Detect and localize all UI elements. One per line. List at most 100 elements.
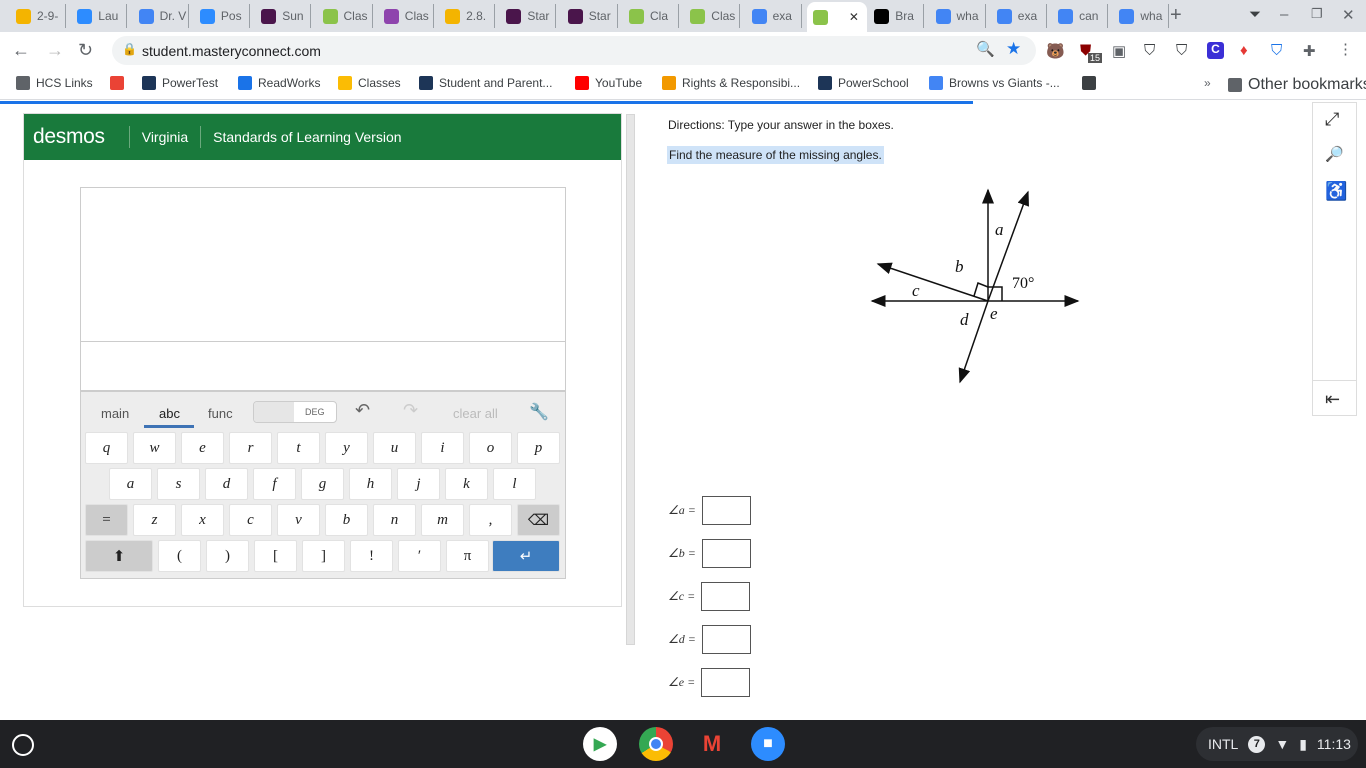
key[interactable]: ⬆ bbox=[85, 540, 153, 572]
extensions-puzzle-icon[interactable]: ✚ bbox=[1303, 42, 1316, 60]
gem-extension-icon[interactable]: ♦ bbox=[1240, 42, 1248, 59]
angle-answer-input[interactable] bbox=[701, 668, 751, 697]
angle-answer-input[interactable] bbox=[701, 582, 751, 611]
browser-tab[interactable]: Clas bbox=[378, 4, 434, 28]
redo-icon[interactable]: ↷ bbox=[403, 400, 418, 421]
key[interactable]: b bbox=[325, 504, 368, 536]
settings-wrench-icon[interactable]: 🔧 bbox=[529, 402, 549, 422]
browser-tab[interactable]: Sun bbox=[255, 4, 312, 28]
browser-tab[interactable]: Dr. V bbox=[133, 4, 189, 28]
key[interactable]: f bbox=[253, 468, 296, 500]
bookmark[interactable]: PowerSchool bbox=[818, 76, 909, 90]
key[interactable]: π bbox=[446, 540, 489, 572]
key[interactable]: t bbox=[277, 432, 320, 464]
browser-tab[interactable]: 2-9- bbox=[10, 4, 66, 28]
reload-icon[interactable]: ↻ bbox=[78, 40, 93, 61]
bookmark[interactable] bbox=[1082, 76, 1102, 90]
key[interactable]: , bbox=[469, 504, 512, 536]
key[interactable]: w bbox=[133, 432, 176, 464]
undo-icon[interactable]: ↶ bbox=[355, 400, 370, 421]
bookmark[interactable]: ReadWorks bbox=[238, 76, 320, 90]
c-extension-icon[interactable]: C bbox=[1207, 42, 1224, 59]
expression-input[interactable] bbox=[80, 187, 566, 391]
bookmark[interactable]: Classes bbox=[338, 76, 401, 90]
browser-tab[interactable]: Star bbox=[500, 4, 557, 28]
forward-icon[interactable]: → bbox=[46, 40, 64, 61]
bookmark[interactable]: YouTube bbox=[575, 76, 642, 90]
key[interactable]: c bbox=[229, 504, 272, 536]
key[interactable]: j bbox=[397, 468, 440, 500]
key[interactable]: ↵ bbox=[492, 540, 560, 572]
tab-search-icon[interactable]: ⏷ bbox=[1249, 6, 1261, 23]
gmail-icon[interactable]: M bbox=[695, 727, 729, 761]
shield-extension-icon[interactable]: ⛉ bbox=[1176, 42, 1187, 59]
browser-tab[interactable]: Star bbox=[562, 4, 618, 28]
browser-tab[interactable]: ✕ bbox=[806, 2, 867, 32]
accessibility-icon[interactable]: ♿ bbox=[1325, 181, 1347, 202]
key[interactable]: g bbox=[301, 468, 344, 500]
key[interactable]: l bbox=[493, 468, 536, 500]
key[interactable]: q bbox=[85, 432, 128, 464]
key[interactable]: p bbox=[517, 432, 560, 464]
bookmark[interactable]: Rights & Responsibi... bbox=[662, 76, 800, 90]
key[interactable]: y bbox=[325, 432, 368, 464]
key[interactable]: u bbox=[373, 432, 416, 464]
browser-tab[interactable]: Cla bbox=[623, 4, 679, 28]
key[interactable]: [ bbox=[254, 540, 297, 572]
key[interactable]: i bbox=[421, 432, 464, 464]
key[interactable]: o bbox=[469, 432, 512, 464]
bookmark[interactable]: Browns vs Giants -... bbox=[929, 76, 1060, 90]
key[interactable]: h bbox=[349, 468, 392, 500]
restore-icon[interactable]: ❐ bbox=[1311, 6, 1323, 22]
browser-tab[interactable]: exa bbox=[991, 4, 1047, 28]
zoom-app-icon[interactable]: ■ bbox=[751, 727, 785, 761]
key[interactable]: x bbox=[181, 504, 224, 536]
browser-tab[interactable]: exa bbox=[746, 4, 802, 28]
close-tab-icon[interactable]: ✕ bbox=[849, 10, 859, 24]
key[interactable]: e bbox=[181, 432, 224, 464]
browser-tab[interactable]: can bbox=[1052, 4, 1109, 28]
status-tray[interactable]: INTL 7 ▼ ▮ 11:13 bbox=[1196, 727, 1358, 761]
scrollbar[interactable] bbox=[626, 114, 635, 645]
collapse-icon[interactable]: ⇤ bbox=[1325, 389, 1340, 410]
key[interactable]: ( bbox=[158, 540, 201, 572]
bookmark[interactable]: Student and Parent... bbox=[419, 76, 552, 90]
browser-tab[interactable]: 2.8. bbox=[439, 4, 496, 28]
key[interactable]: ! bbox=[350, 540, 393, 572]
magnifier-icon[interactable]: 🔎 bbox=[1325, 145, 1344, 163]
key[interactable]: k bbox=[445, 468, 488, 500]
bookmark[interactable]: PowerTest bbox=[142, 76, 218, 90]
more-bookmarks-icon[interactable]: » bbox=[1204, 76, 1211, 90]
bookmark-star-icon[interactable]: ★ bbox=[1006, 39, 1021, 59]
bookmark[interactable]: HCS Links bbox=[16, 76, 93, 90]
key[interactable]: ] bbox=[302, 540, 345, 572]
browser-tab[interactable]: wha bbox=[1113, 4, 1170, 28]
close-window-icon[interactable]: ✕ bbox=[1342, 6, 1355, 24]
menu-icon[interactable]: ⋮ bbox=[1338, 40, 1353, 58]
browser-tab[interactable]: Clas bbox=[317, 4, 373, 28]
key[interactable]: z bbox=[133, 504, 176, 536]
shield-extension-icon[interactable]: ⛉ bbox=[1271, 42, 1282, 59]
bookmark[interactable] bbox=[110, 76, 130, 90]
key[interactable]: ′ bbox=[398, 540, 441, 572]
browser-tab[interactable]: Pos bbox=[194, 4, 250, 28]
minimize-icon[interactable]: ‒ bbox=[1280, 6, 1288, 23]
key[interactable]: d bbox=[205, 468, 248, 500]
expand-icon[interactable]: ⤢ bbox=[1325, 109, 1339, 130]
tab-abc[interactable]: abc bbox=[159, 406, 180, 421]
play-store-icon[interactable]: ▶ bbox=[583, 727, 617, 761]
zoom-icon[interactable]: 🔍 bbox=[976, 40, 995, 58]
key[interactable]: = bbox=[85, 504, 128, 536]
new-tab-icon[interactable]: + bbox=[1170, 4, 1182, 27]
angle-answer-input[interactable] bbox=[701, 625, 751, 654]
tab-main[interactable]: main bbox=[101, 406, 129, 421]
key[interactable]: n bbox=[373, 504, 416, 536]
browser-tab[interactable]: Lau bbox=[71, 4, 128, 28]
angle-answer-input[interactable] bbox=[701, 539, 751, 568]
key[interactable]: s bbox=[157, 468, 200, 500]
browser-tab[interactable]: wha bbox=[930, 4, 986, 28]
clear-all-button[interactable]: clear all bbox=[453, 406, 498, 421]
address-bar[interactable]: 🔒 student.masteryconnect.com 🔍 ★ bbox=[112, 36, 1036, 65]
key[interactable]: m bbox=[421, 504, 464, 536]
chrome-icon[interactable] bbox=[639, 727, 673, 761]
